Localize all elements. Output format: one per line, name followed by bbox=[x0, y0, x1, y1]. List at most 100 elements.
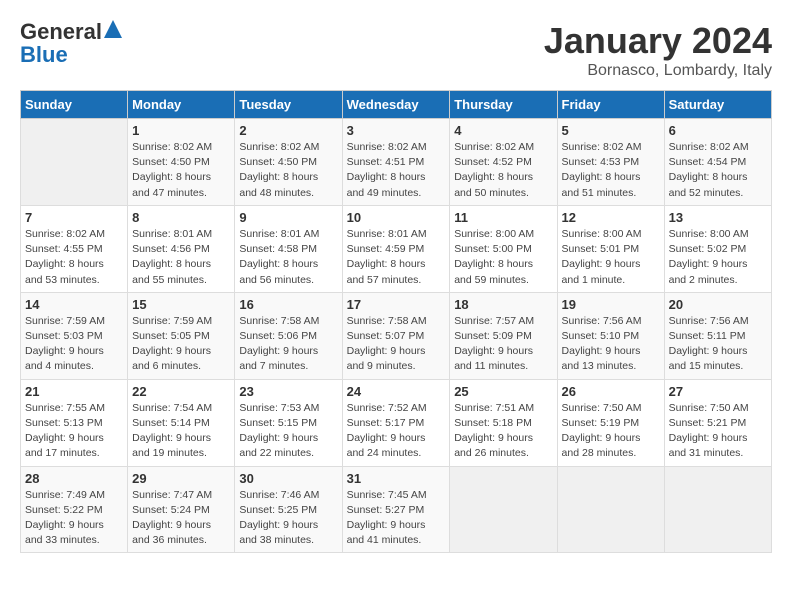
calendar-week-1: 1 Sunrise: 8:02 AMSunset: 4:50 PMDaylight… bbox=[21, 119, 772, 206]
day-number: 23 bbox=[239, 384, 337, 399]
day-number: 5 bbox=[562, 123, 660, 138]
calendar-cell: 25 Sunrise: 7:51 AMSunset: 5:18 PMDayligh… bbox=[450, 379, 557, 466]
day-number: 1 bbox=[132, 123, 230, 138]
weekday-header-row: SundayMondayTuesdayWednesdayThursdayFrid… bbox=[21, 91, 772, 119]
day-number: 20 bbox=[669, 297, 767, 312]
day-number: 11 bbox=[454, 210, 552, 225]
calendar-cell bbox=[21, 119, 128, 206]
calendar-week-4: 21Sunrise: 7:55 AMSunset: 5:13 PMDayligh… bbox=[21, 379, 772, 466]
logo-blue-text: Blue bbox=[20, 42, 68, 67]
calendar-cell: 1 Sunrise: 8:02 AMSunset: 4:50 PMDaylight… bbox=[128, 119, 235, 206]
day-info: Sunrise: 7:51 AMSunset: 5:18 PMDaylight:… bbox=[454, 401, 552, 462]
day-number: 6 bbox=[669, 123, 767, 138]
calendar-cell: 27 Sunrise: 7:50 AMSunset: 5:21 PMDayligh… bbox=[664, 379, 771, 466]
weekday-header-saturday: Saturday bbox=[664, 91, 771, 119]
day-info: Sunrise: 8:01 AMSunset: 4:59 PMDaylight:… bbox=[347, 227, 446, 288]
day-info: Sunrise: 7:50 AMSunset: 5:21 PMDaylight:… bbox=[669, 401, 767, 462]
day-number: 27 bbox=[669, 384, 767, 399]
day-info: Sunrise: 7:52 AMSunset: 5:17 PMDaylight:… bbox=[347, 401, 446, 462]
day-number: 26 bbox=[562, 384, 660, 399]
location-text: Bornasco, Lombardy, Italy bbox=[544, 62, 772, 80]
logo-icon bbox=[104, 20, 122, 40]
day-number: 8 bbox=[132, 210, 230, 225]
day-info: Sunrise: 7:53 AMSunset: 5:15 PMDaylight:… bbox=[239, 401, 337, 462]
page-header: General Blue January 2024 Bornasco, Lomb… bbox=[20, 20, 772, 80]
calendar-cell: 22 Sunrise: 7:54 AMSunset: 5:14 PMDayligh… bbox=[128, 379, 235, 466]
day-info: Sunrise: 8:02 AMSunset: 4:53 PMDaylight:… bbox=[562, 140, 660, 201]
day-number: 12 bbox=[562, 210, 660, 225]
calendar-cell: 17 Sunrise: 7:58 AMSunset: 5:07 PMDayligh… bbox=[342, 292, 450, 379]
day-info: Sunrise: 8:01 AMSunset: 4:56 PMDaylight:… bbox=[132, 227, 230, 288]
day-info: Sunrise: 7:54 AMSunset: 5:14 PMDaylight:… bbox=[132, 401, 230, 462]
calendar-cell: 5 Sunrise: 8:02 AMSunset: 4:53 PMDaylight… bbox=[557, 119, 664, 206]
calendar-cell: 12 Sunrise: 8:00 AMSunset: 5:01 PMDayligh… bbox=[557, 205, 664, 292]
calendar-cell bbox=[450, 466, 557, 553]
calendar-cell: 11 Sunrise: 8:00 AMSunset: 5:00 PMDayligh… bbox=[450, 205, 557, 292]
day-number: 30 bbox=[239, 471, 337, 486]
day-info: Sunrise: 7:45 AMSunset: 5:27 PMDaylight:… bbox=[347, 488, 446, 549]
calendar-week-2: 7 Sunrise: 8:02 AMSunset: 4:55 PMDaylight… bbox=[21, 205, 772, 292]
calendar-cell: 20 Sunrise: 7:56 AMSunset: 5:11 PMDayligh… bbox=[664, 292, 771, 379]
calendar-cell: 16 Sunrise: 7:58 AMSunset: 5:06 PMDayligh… bbox=[235, 292, 342, 379]
day-info: Sunrise: 7:56 AMSunset: 5:11 PMDaylight:… bbox=[669, 314, 767, 375]
calendar-cell: 31 Sunrise: 7:45 AMSunset: 5:27 PMDayligh… bbox=[342, 466, 450, 553]
day-info: Sunrise: 8:00 AMSunset: 5:00 PMDaylight:… bbox=[454, 227, 552, 288]
day-number: 15 bbox=[132, 297, 230, 312]
calendar-cell bbox=[557, 466, 664, 553]
calendar-cell: 6 Sunrise: 8:02 AMSunset: 4:54 PMDaylight… bbox=[664, 119, 771, 206]
title-block: January 2024 Bornasco, Lombardy, Italy bbox=[544, 20, 772, 80]
day-info: Sunrise: 8:02 AMSunset: 4:55 PMDaylight:… bbox=[25, 227, 123, 288]
weekday-header-friday: Friday bbox=[557, 91, 664, 119]
day-info: Sunrise: 8:02 AMSunset: 4:54 PMDaylight:… bbox=[669, 140, 767, 201]
logo-general-text: General bbox=[20, 21, 102, 43]
day-info: Sunrise: 7:47 AMSunset: 5:24 PMDaylight:… bbox=[132, 488, 230, 549]
day-number: 7 bbox=[25, 210, 123, 225]
calendar-cell: 19 Sunrise: 7:56 AMSunset: 5:10 PMDayligh… bbox=[557, 292, 664, 379]
day-info: Sunrise: 7:56 AMSunset: 5:10 PMDaylight:… bbox=[562, 314, 660, 375]
day-number: 3 bbox=[347, 123, 446, 138]
calendar-cell: 8 Sunrise: 8:01 AMSunset: 4:56 PMDaylight… bbox=[128, 205, 235, 292]
day-number: 31 bbox=[347, 471, 446, 486]
day-number: 10 bbox=[347, 210, 446, 225]
day-info: Sunrise: 7:58 AMSunset: 5:06 PMDaylight:… bbox=[239, 314, 337, 375]
calendar-cell: 15 Sunrise: 7:59 AMSunset: 5:05 PMDayligh… bbox=[128, 292, 235, 379]
calendar-cell: 9Sunrise: 8:01 AMSunset: 4:58 PMDaylight… bbox=[235, 205, 342, 292]
weekday-header-tuesday: Tuesday bbox=[235, 91, 342, 119]
day-info: Sunrise: 7:57 AMSunset: 5:09 PMDaylight:… bbox=[454, 314, 552, 375]
calendar-week-5: 28Sunrise: 7:49 AMSunset: 5:22 PMDayligh… bbox=[21, 466, 772, 553]
day-number: 19 bbox=[562, 297, 660, 312]
day-info: Sunrise: 8:02 AMSunset: 4:50 PMDaylight:… bbox=[132, 140, 230, 201]
calendar-cell: 7 Sunrise: 8:02 AMSunset: 4:55 PMDaylight… bbox=[21, 205, 128, 292]
logo: General Blue bbox=[20, 20, 122, 66]
day-number: 25 bbox=[454, 384, 552, 399]
calendar-cell: 29Sunrise: 7:47 AMSunset: 5:24 PMDayligh… bbox=[128, 466, 235, 553]
day-number: 2 bbox=[239, 123, 337, 138]
day-number: 17 bbox=[347, 297, 446, 312]
calendar-cell: 13 Sunrise: 8:00 AMSunset: 5:02 PMDayligh… bbox=[664, 205, 771, 292]
calendar-cell bbox=[664, 466, 771, 553]
calendar-cell: 18Sunrise: 7:57 AMSunset: 5:09 PMDayligh… bbox=[450, 292, 557, 379]
weekday-header-sunday: Sunday bbox=[21, 91, 128, 119]
calendar-week-3: 14Sunrise: 7:59 AMSunset: 5:03 PMDayligh… bbox=[21, 292, 772, 379]
day-info: Sunrise: 7:46 AMSunset: 5:25 PMDaylight:… bbox=[239, 488, 337, 549]
month-title: January 2024 bbox=[544, 20, 772, 62]
day-info: Sunrise: 8:02 AMSunset: 4:52 PMDaylight:… bbox=[454, 140, 552, 201]
weekday-header-monday: Monday bbox=[128, 91, 235, 119]
calendar-cell: 2Sunrise: 8:02 AMSunset: 4:50 PMDaylight… bbox=[235, 119, 342, 206]
calendar-cell: 4Sunrise: 8:02 AMSunset: 4:52 PMDaylight… bbox=[450, 119, 557, 206]
calendar-cell: 21Sunrise: 7:55 AMSunset: 5:13 PMDayligh… bbox=[21, 379, 128, 466]
day-info: Sunrise: 7:58 AMSunset: 5:07 PMDaylight:… bbox=[347, 314, 446, 375]
day-number: 22 bbox=[132, 384, 230, 399]
day-info: Sunrise: 7:59 AMSunset: 5:05 PMDaylight:… bbox=[132, 314, 230, 375]
weekday-header-wednesday: Wednesday bbox=[342, 91, 450, 119]
day-number: 16 bbox=[239, 297, 337, 312]
day-info: Sunrise: 8:02 AMSunset: 4:51 PMDaylight:… bbox=[347, 140, 446, 201]
day-info: Sunrise: 7:59 AMSunset: 5:03 PMDaylight:… bbox=[25, 314, 123, 375]
day-number: 13 bbox=[669, 210, 767, 225]
day-number: 21 bbox=[25, 384, 123, 399]
day-info: Sunrise: 8:00 AMSunset: 5:01 PMDaylight:… bbox=[562, 227, 660, 288]
calendar-cell: 26Sunrise: 7:50 AMSunset: 5:19 PMDayligh… bbox=[557, 379, 664, 466]
calendar-cell: 23 Sunrise: 7:53 AMSunset: 5:15 PMDayligh… bbox=[235, 379, 342, 466]
calendar-cell: 3 Sunrise: 8:02 AMSunset: 4:51 PMDaylight… bbox=[342, 119, 450, 206]
day-info: Sunrise: 8:00 AMSunset: 5:02 PMDaylight:… bbox=[669, 227, 767, 288]
